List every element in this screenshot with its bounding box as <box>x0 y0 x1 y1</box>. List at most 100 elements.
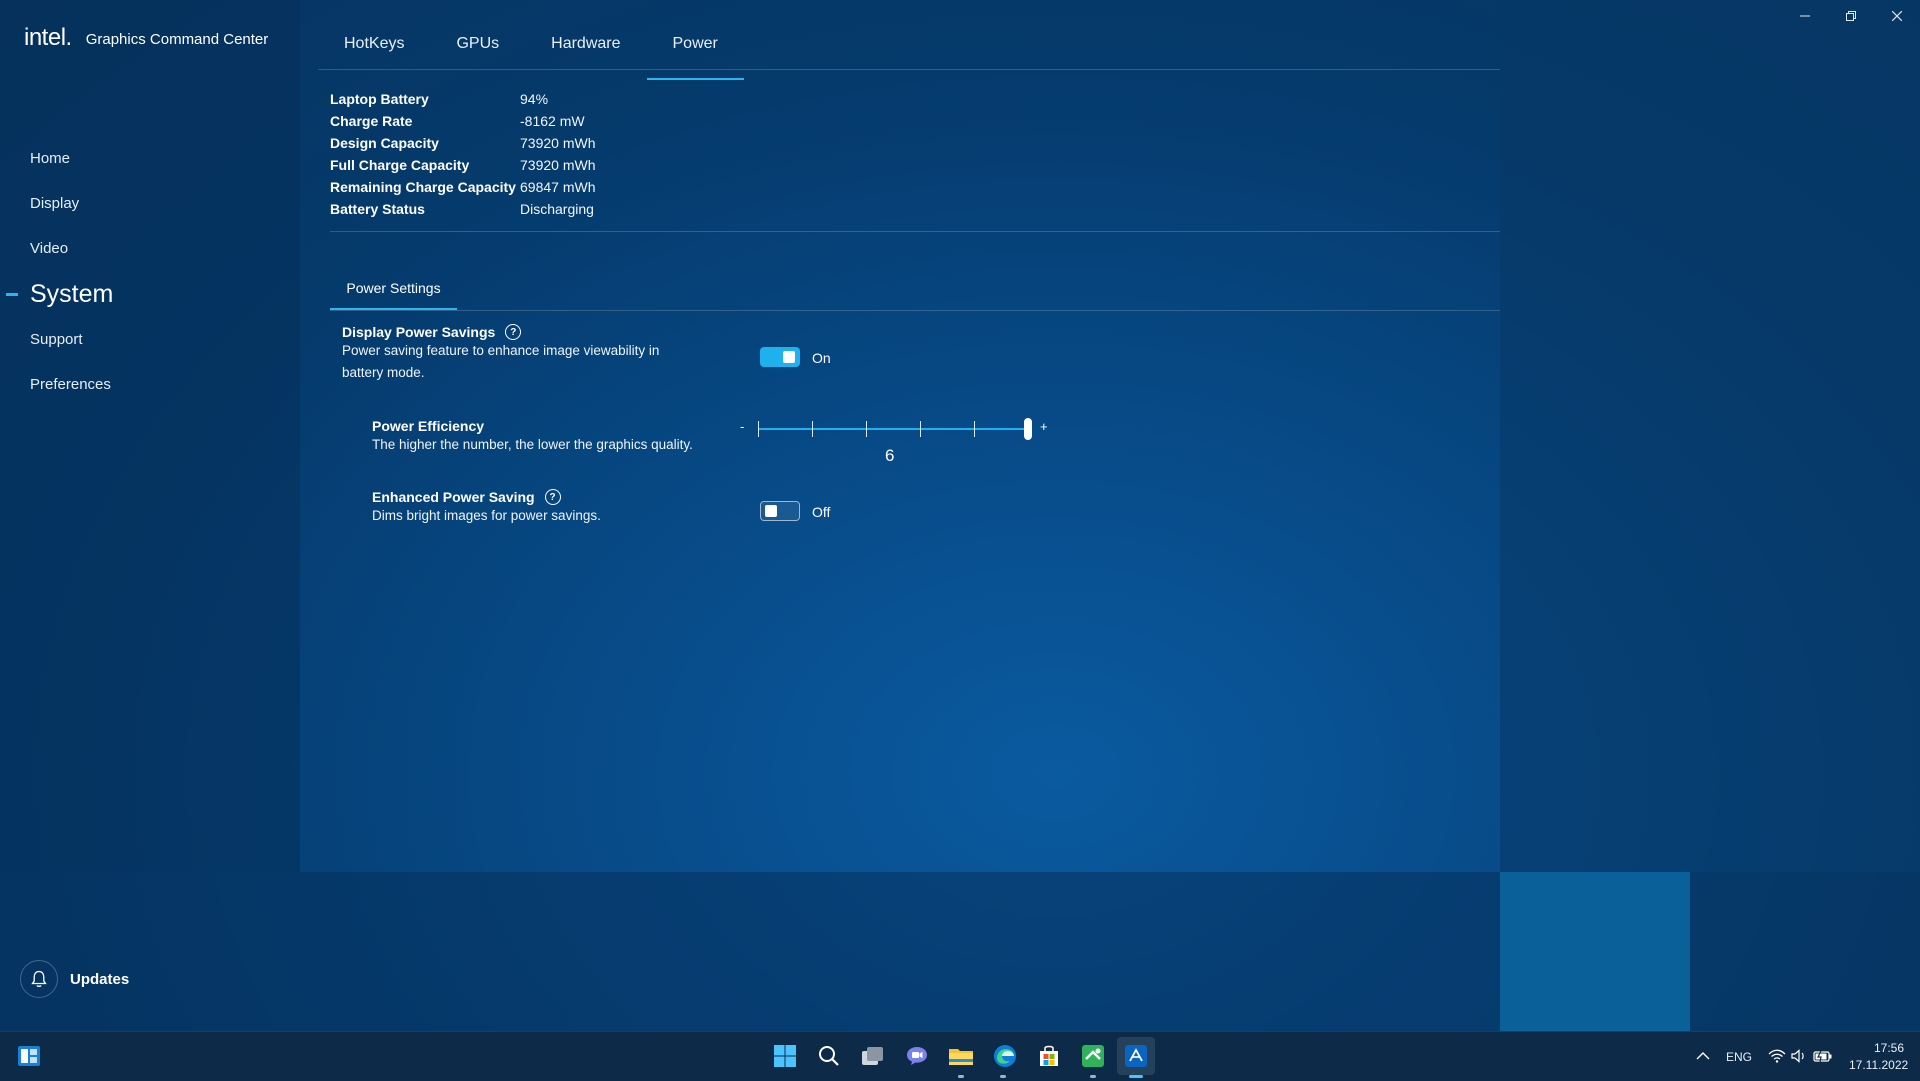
toggle-state-label: On <box>812 350 831 366</box>
slider-tick <box>812 421 813 437</box>
sidebar-item-support[interactable]: Support <box>0 317 300 362</box>
toggle-knob <box>783 351 795 363</box>
running-indicator <box>958 1075 964 1078</box>
info-value: -8162 mW <box>520 113 585 129</box>
tab-power-settings[interactable]: Power Settings <box>330 276 457 310</box>
help-icon[interactable]: ? <box>544 489 561 505</box>
background-panel-corner <box>1690 872 1920 1031</box>
setting-title: Display Power Savings ? <box>342 324 702 340</box>
background-panel-right <box>1500 0 1920 872</box>
clock-date[interactable]: 17.11.2022 <box>1849 1058 1908 1072</box>
info-value: 73920 mWh <box>520 157 596 173</box>
info-label: Design Capacity <box>330 135 439 151</box>
setting-title-text: Display Power Savings <box>342 324 496 340</box>
intel-graphics-icon[interactable] <box>1117 1037 1155 1075</box>
info-row-remaining-charge-capacity: Remaining Charge Capacity 69847 mWh <box>330 176 595 198</box>
info-value: 94% <box>520 91 549 107</box>
info-row-charge-rate: Charge Rate -8162 mW <box>330 110 595 132</box>
enhanced-power-saving-toggle[interactable] <box>760 501 800 521</box>
info-row-battery-status: Battery Status Discharging <box>330 198 595 220</box>
slider-tick <box>920 421 921 437</box>
setting-description: Power saving feature to enhance image vi… <box>342 343 660 380</box>
search-icon[interactable] <box>814 1041 844 1071</box>
info-divider <box>330 231 1500 232</box>
close-button[interactable] <box>1874 0 1920 32</box>
slider-min-symbol: - <box>740 419 745 434</box>
slider-max-symbol: + <box>1040 419 1048 434</box>
sidebar-item-label: Video <box>30 240 69 257</box>
updates-button[interactable]: Updates <box>20 960 129 998</box>
sidebar-item-label: System <box>30 279 114 308</box>
sidebar-item-system[interactable]: System <box>0 272 300 316</box>
clock-time[interactable]: 17:56 <box>1874 1041 1904 1055</box>
minimize-button[interactable] <box>1782 0 1828 32</box>
info-value: Discharging <box>520 201 594 217</box>
info-label: Charge Rate <box>330 113 413 129</box>
tab-hardware[interactable]: Hardware <box>525 28 646 70</box>
edge-icon[interactable] <box>990 1041 1020 1071</box>
slider-track[interactable] <box>758 428 1028 430</box>
task-view-icon[interactable] <box>858 1041 888 1071</box>
info-value: 73920 mWh <box>520 135 596 151</box>
tab-hotkeys[interactable]: HotKeys <box>318 28 430 70</box>
slider-tick <box>758 421 759 437</box>
info-row-full-charge-capacity: Full Charge Capacity 73920 mWh <box>330 154 595 176</box>
setting-description: Dims bright images for power savings. <box>372 508 601 523</box>
background-tile <box>1500 872 1690 1031</box>
help-icon[interactable]: ? <box>505 324 522 340</box>
enhanced-power-saving-setting: Enhanced Power Saving ? Dims bright imag… <box>372 489 732 527</box>
start-icon[interactable] <box>770 1041 800 1071</box>
file-explorer-icon[interactable] <box>946 1041 976 1071</box>
app-title: Graphics Command Center <box>85 30 269 48</box>
tabs-divider <box>318 69 1500 70</box>
display-power-savings-toggle[interactable] <box>760 347 800 367</box>
window-controls <box>1782 0 1920 32</box>
power-efficiency-slider[interactable]: - + <box>740 414 1050 444</box>
sidebar-item-preferences[interactable]: Preferences <box>0 362 300 407</box>
restore-button[interactable] <box>1828 0 1874 32</box>
setting-title-text: Enhanced Power Saving <box>372 489 535 505</box>
battery-icon[interactable] <box>1808 1041 1838 1071</box>
running-indicator <box>1000 1075 1006 1078</box>
info-label: Laptop Battery <box>330 91 429 107</box>
info-label: Remaining Charge Capacity <box>330 179 516 195</box>
taskbar: ENG 17:56 17.11.2022 <box>0 1031 1920 1081</box>
close-icon <box>1892 11 1902 21</box>
store-icon[interactable] <box>1034 1041 1064 1071</box>
sidebar-item-display[interactable]: Display <box>0 181 300 226</box>
setting-description: The higher the number, the lower the gra… <box>372 437 693 452</box>
slider-tick <box>866 421 867 437</box>
subtab-divider <box>330 310 1500 311</box>
battery-info: Laptop Battery 94% Charge Rate -8162 mW De… <box>330 88 595 220</box>
sidebar-item-video[interactable]: Video <box>0 226 300 271</box>
setting-title: Enhanced Power Saving ? <box>372 489 732 505</box>
running-indicator <box>1090 1075 1096 1078</box>
slider-value: 6 <box>885 446 895 465</box>
setting-title: Power Efficiency <box>372 418 485 434</box>
sidebar-item-label: Preferences <box>30 376 111 393</box>
slider-thumb[interactable] <box>1024 418 1032 440</box>
sidebar <box>0 0 300 872</box>
tab-power[interactable]: Power <box>646 28 745 80</box>
background-panel-bottom <box>0 872 1500 1031</box>
tab-gpus[interactable]: GPUs <box>430 28 525 70</box>
sidebar-item-home[interactable]: Home <box>0 136 300 181</box>
bell-icon <box>20 960 58 998</box>
sidebar-item-label: Support <box>30 331 83 348</box>
active-app-indicator <box>1129 1075 1143 1078</box>
slider-tick <box>974 421 975 437</box>
language-indicator[interactable]: ENG <box>1726 1050 1752 1064</box>
widgets-icon[interactable] <box>14 1041 44 1071</box>
info-row-design-capacity: Design Capacity 73920 mWh <box>330 132 595 154</box>
minimize-icon <box>1800 15 1810 17</box>
display-power-savings-setting: Display Power Savings ? Power saving fea… <box>342 324 702 384</box>
toggle-state-label: Off <box>812 504 831 520</box>
info-label: Full Charge Capacity <box>330 157 470 173</box>
active-indicator <box>6 293 18 296</box>
info-row-laptop-battery: Laptop Battery 94% <box>330 88 595 110</box>
sidebar-nav: Home Display Video System Support Prefer… <box>0 136 300 407</box>
app-brand: intel. Graphics Command Center <box>24 24 268 52</box>
chevron-up-icon[interactable] <box>1688 1041 1718 1071</box>
xbox-app-icon[interactable] <box>1078 1041 1108 1071</box>
chat-icon[interactable] <box>902 1041 932 1071</box>
